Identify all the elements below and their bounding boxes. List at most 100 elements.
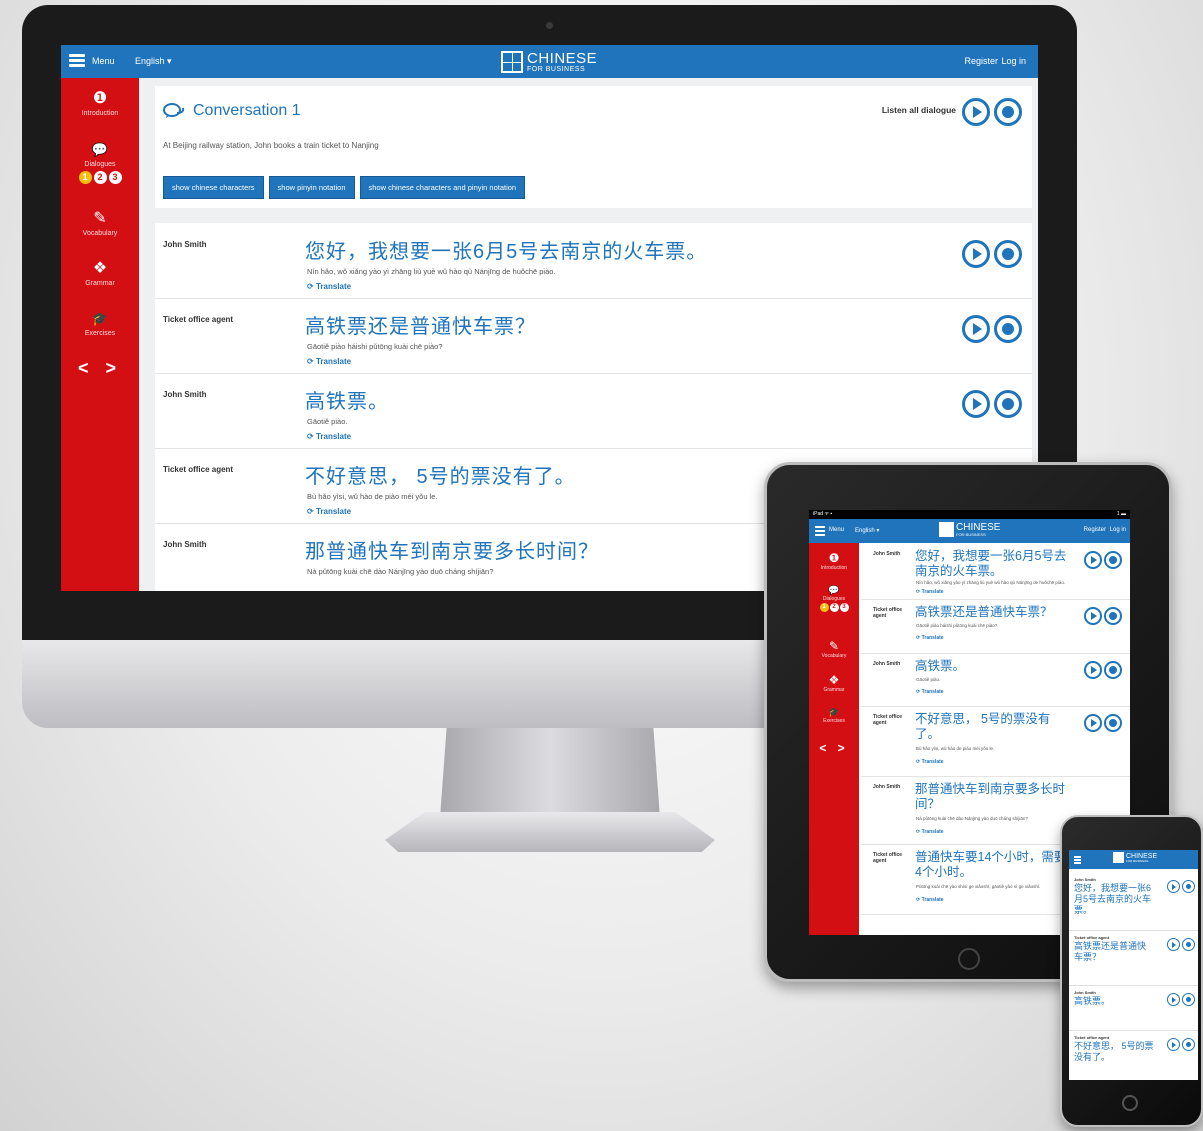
- dialogue-number-group: 1 2 3: [61, 171, 139, 184]
- sidebar-item-introduction[interactable]: ❶ Introduction: [809, 551, 859, 571]
- translate-link[interactable]: ⟳ Translate: [916, 897, 944, 903]
- translate-link[interactable]: ⟳ Translate: [307, 432, 351, 441]
- translate-label: Translate: [921, 897, 944, 903]
- speaker-name: Ticket office agent: [873, 714, 903, 726]
- dialogue-1-button[interactable]: 1: [819, 603, 829, 612]
- play-button[interactable]: [1167, 1038, 1180, 1051]
- translate-link[interactable]: ⟳ Translate: [307, 282, 351, 291]
- stop-icon: [1186, 1042, 1191, 1047]
- translate-link[interactable]: ⟳ Translate: [916, 829, 944, 835]
- stop-button[interactable]: [1182, 1038, 1195, 1051]
- sidebar-item-grammar[interactable]: ❖ Grammar: [61, 260, 139, 287]
- sidebar-item-vocabulary[interactable]: ✎ Vocabulary: [61, 210, 139, 237]
- dialogue-2-button[interactable]: 2: [829, 603, 839, 612]
- show-pinyin-button[interactable]: show pinyin notation: [268, 176, 355, 199]
- login-link[interactable]: Log in: [1001, 56, 1026, 66]
- play-button[interactable]: [962, 240, 990, 268]
- login-link[interactable]: Log in: [1110, 527, 1126, 533]
- translate-link[interactable]: ⟳ Translate: [916, 759, 944, 765]
- play-button[interactable]: [1084, 661, 1102, 679]
- sidebar-item-dialogues[interactable]: 💬 Dialogues 1 2 3: [61, 141, 139, 184]
- play-button[interactable]: [1167, 938, 1180, 951]
- chinese-sentence: 高铁票。: [305, 391, 389, 413]
- menu-button[interactable]: Menu: [829, 527, 844, 533]
- stop-button[interactable]: [994, 315, 1022, 343]
- pinyin-text: Bù hǎo yìsi, wǔ hào de piào méi yǒu le.: [307, 492, 438, 501]
- chat-icon: 💬: [91, 142, 109, 157]
- show-characters-button[interactable]: show chinese characters: [163, 176, 264, 199]
- speaker-name: John Smith: [163, 390, 207, 399]
- speaker-name: John Smith: [163, 540, 207, 549]
- prev-next-arrows-icon[interactable]: < >: [809, 741, 859, 755]
- play-button[interactable]: [962, 390, 990, 418]
- play-button[interactable]: [1084, 714, 1102, 732]
- graduation-cap-icon: 🎓: [828, 707, 840, 717]
- translate-link[interactable]: ⟳ Translate: [916, 689, 944, 695]
- stop-button[interactable]: [1104, 607, 1122, 625]
- stop-button[interactable]: [1182, 880, 1195, 893]
- top-navbar: Menu English ▾ CHINESE FOR BUSINESS Regi…: [61, 45, 1038, 78]
- speaker-name: John Smith: [873, 784, 901, 790]
- pinyin-text: Gāotiě piào.: [916, 677, 941, 682]
- dialogue-line: Ticket office agent 高铁票还是普通快车票？ Gāotiě p…: [155, 298, 1032, 374]
- stop-button[interactable]: [1104, 714, 1122, 732]
- hamburger-icon[interactable]: [815, 526, 825, 536]
- stop-all-button[interactable]: [994, 98, 1022, 126]
- language-dropdown[interactable]: English ▾: [135, 56, 172, 67]
- sidebar-item-exercises[interactable]: 🎓 Exercises: [61, 310, 139, 337]
- hamburger-icon[interactable]: [69, 54, 85, 68]
- site-logo[interactable]: CHINESE FOR BUSINESS: [1113, 852, 1157, 863]
- play-button[interactable]: [1167, 993, 1180, 1006]
- dialogue-3-button[interactable]: 3: [839, 603, 849, 612]
- stop-button[interactable]: [1104, 551, 1122, 569]
- show-characters-and-pinyin-button[interactable]: show chinese characters and pinyin notat…: [359, 176, 526, 199]
- stop-icon: [1002, 398, 1014, 410]
- stop-button[interactable]: [1182, 938, 1195, 951]
- play-button[interactable]: [1084, 607, 1102, 625]
- page-title: Conversation 1: [163, 102, 301, 120]
- sidebar-item-exercises[interactable]: 🎓 Exercises: [809, 707, 859, 724]
- stop-button[interactable]: [1104, 661, 1122, 679]
- edit-icon: ✎: [828, 639, 840, 653]
- register-link[interactable]: Register: [1084, 527, 1106, 533]
- stop-button[interactable]: [994, 240, 1022, 268]
- chinese-sentence: 您好，我想要一张6月5号去南京的火车票。: [1074, 883, 1152, 915]
- logo-subtitle: FOR BUSINESS: [527, 66, 586, 73]
- sidebar-item-label: Exercises: [84, 330, 116, 337]
- translate-link[interactable]: ⟳ Translate: [307, 507, 351, 516]
- stop-button[interactable]: [1182, 993, 1195, 1006]
- dialogue-2-button[interactable]: 2: [93, 171, 107, 184]
- play-button[interactable]: [1167, 880, 1180, 893]
- site-logo[interactable]: CHINESE FOR BUSINESS: [501, 49, 597, 75]
- hamburger-icon[interactable]: [1074, 856, 1081, 864]
- menu-button[interactable]: Menu: [92, 56, 115, 66]
- sidebar-item-vocabulary[interactable]: ✎ Vocabulary: [809, 639, 859, 659]
- dialogue-1-button[interactable]: 1: [78, 171, 92, 184]
- play-button[interactable]: [1084, 551, 1102, 569]
- chinese-sentence: 您好，我想要一张6月5号去南京的火车票。: [305, 241, 708, 263]
- camera-dot: [546, 22, 553, 29]
- translate-link[interactable]: ⟳ Translate: [916, 589, 944, 595]
- stop-icon: [1109, 556, 1117, 564]
- play-icon: [973, 106, 982, 118]
- conversation-description: At Beijing railway station, John books a…: [163, 141, 379, 150]
- dialogue-3-button[interactable]: 3: [108, 171, 122, 184]
- sidebar-item-dialogues[interactable]: 💬 Dialogues 1 2 3: [809, 585, 859, 612]
- sidebar-item-introduction[interactable]: ❶ Introduction: [61, 90, 139, 117]
- play-icon: [1091, 666, 1097, 674]
- speaker-name: Ticket office agent: [873, 852, 903, 864]
- site-logo[interactable]: CHINESE FOR BUSINESS: [939, 522, 1000, 537]
- translate-link[interactable]: ⟳ Translate: [307, 357, 351, 366]
- play-all-button[interactable]: [962, 98, 990, 126]
- phone-screen: CHINESE FOR BUSINESS John Smith 您好，我想要一张…: [1069, 850, 1198, 1080]
- tablet-navbar: Menu English ▾ CHINESE FOR BUSINESS Regi…: [809, 519, 1130, 543]
- speaker-name: John Smith: [873, 661, 901, 667]
- prev-next-arrows-icon[interactable]: < >: [61, 358, 139, 379]
- register-link[interactable]: Register: [964, 56, 998, 66]
- language-dropdown[interactable]: English ▾: [855, 527, 879, 534]
- play-button[interactable]: [962, 315, 990, 343]
- translate-link[interactable]: ⟳ Translate: [916, 635, 944, 641]
- edit-icon: ✎: [93, 210, 107, 227]
- stop-button[interactable]: [994, 390, 1022, 418]
- sidebar-item-grammar[interactable]: ❖ Grammar: [809, 673, 859, 693]
